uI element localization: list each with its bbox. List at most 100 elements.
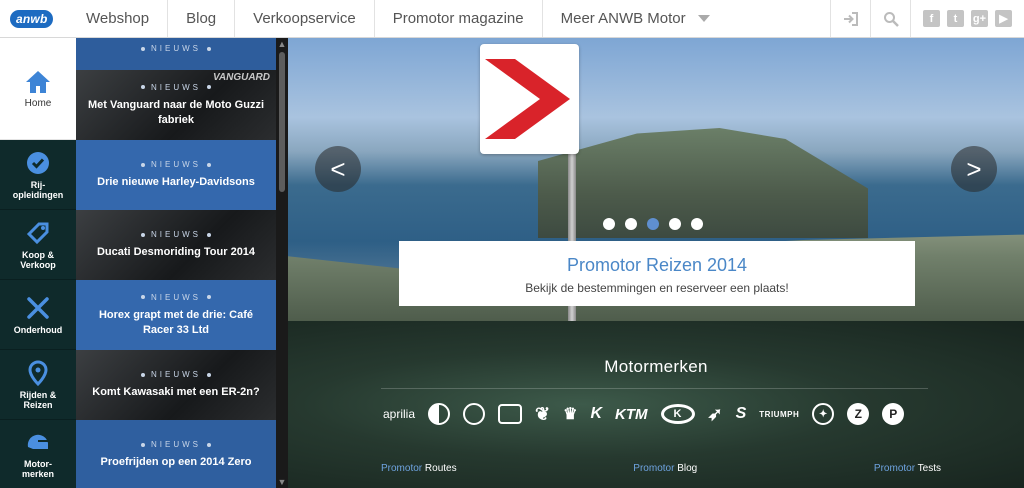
brand-moto-guzzi-icon[interactable]: ➶	[708, 404, 723, 425]
sidebar-item-label: Motor- merken	[21, 458, 55, 479]
home-icon	[26, 70, 50, 93]
prev-slide-button[interactable]: <	[315, 146, 361, 192]
nav-right: f t g+ ▶	[830, 0, 1024, 37]
google-plus-icon[interactable]: g+	[971, 10, 988, 27]
news-tag: NIEUWS	[141, 293, 211, 302]
news-title: Komt Kawasaki met een ER-2n?	[92, 386, 260, 398]
sidebar-item-rijden-reizen[interactable]: Rijden & Reizen	[0, 350, 76, 420]
slide-dot[interactable]	[603, 218, 615, 230]
news-tag: NIEUWS	[141, 440, 211, 449]
brand-piaggio-icon[interactable]: P	[882, 403, 905, 425]
logo-text: anwb	[10, 9, 54, 28]
chevron-down-icon	[697, 15, 710, 22]
main-sidebar: Home Rij- opleidingen Koop & Verkoop Ond…	[0, 38, 76, 488]
nav-meer-label: Meer ANWB Motor	[560, 10, 686, 27]
sidebar-item-label: Rij- opleidingen	[12, 179, 64, 200]
hero-caption[interactable]: Promotor Reizen 2014 Bekijk de bestemmin…	[399, 241, 915, 306]
nav-webshop[interactable]: Webshop	[70, 0, 167, 37]
sidebar-item-rijopleidingen[interactable]: Rij- opleidingen	[0, 140, 76, 210]
brand-yamaha-icon[interactable]: ✦	[812, 403, 835, 425]
brand-suzuki-icon[interactable]: S	[736, 405, 747, 423]
sidebar-item-motormerken[interactable]: Motor- merken	[0, 420, 76, 488]
scroll-down-icon[interactable]: ▼	[276, 477, 288, 487]
news-tag: NIEUWS	[141, 230, 211, 239]
news-item[interactable]: NIEUWS Drie nieuwe Harley-Davidsons	[76, 140, 276, 210]
news-item[interactable]: VANGUARD NIEUWS Met Vanguard naar de Mot…	[76, 70, 276, 140]
brand-ktm-icon[interactable]: KTM	[615, 406, 648, 423]
slide-dot[interactable]	[669, 218, 681, 230]
promotor-links: Promotor Routes Promotor Blog Promotor T…	[381, 463, 941, 474]
hero-cliff-image	[538, 128, 868, 238]
helmet-icon	[27, 434, 48, 449]
news-title: Proefrijden op een 2014 Zero	[100, 456, 252, 468]
link-promotor-routes[interactable]: Promotor Routes	[381, 463, 457, 474]
login-icon[interactable]	[830, 0, 870, 37]
sidebar-item-label: Onderhoud	[13, 324, 63, 335]
sidebar-item-label: Rijden & Reizen	[19, 389, 57, 410]
link-promotor-blog[interactable]: Promotor Blog	[633, 463, 697, 474]
brand-honda-wing-icon[interactable]: ❦	[535, 404, 550, 425]
tag-icon	[26, 222, 49, 244]
hero-slider: < > Promotor Reizen 2014 Bekijk de beste…	[288, 38, 1024, 321]
brand-husqvarna-icon[interactable]: ♛	[563, 404, 577, 424]
link-promotor-tests[interactable]: Promotor Tests	[874, 463, 941, 474]
sidebar-item-home[interactable]: Home	[0, 38, 76, 140]
news-tag: NIEUWS	[141, 44, 211, 53]
brand-zero-icon[interactable]: Z	[847, 403, 870, 425]
road-sign-image	[480, 44, 579, 154]
anwb-logo[interactable]: anwb	[0, 0, 70, 37]
top-navigation: anwb Webshop Blog Verkoopservice Promoto…	[0, 0, 1024, 38]
news-title: Drie nieuwe Harley-Davidsons	[97, 176, 255, 188]
vanguard-logo: VANGUARD	[212, 72, 270, 83]
news-header-card: NIEUWS	[76, 38, 276, 70]
sidebar-item-label: Koop & Verkoop	[20, 249, 56, 270]
social-links: f t g+ ▶	[910, 0, 1024, 37]
brand-ducati-logo[interactable]	[463, 403, 486, 425]
tools-icon	[27, 296, 49, 319]
slide-dot-active[interactable]	[647, 218, 659, 230]
slide-dot[interactable]	[625, 218, 637, 230]
news-item[interactable]: NIEUWS Proefrijden op een 2014 Zero	[76, 420, 276, 488]
hero-subtitle: Bekijk de bestemmingen en reserveer een …	[525, 281, 789, 295]
nav-verkoopservice[interactable]: Verkoopservice	[234, 0, 374, 37]
search-icon[interactable]	[870, 0, 910, 37]
youtube-icon[interactable]: ▶	[995, 10, 1012, 27]
hero-title: Promotor Reizen 2014	[566, 255, 748, 275]
brand-triumph[interactable]: TRIUMPH	[759, 410, 799, 419]
next-slide-button[interactable]: >	[951, 146, 997, 192]
news-tag: NIEUWS	[141, 160, 211, 169]
brand-aprilia[interactable]: aprilia	[383, 407, 415, 421]
news-scrollbar[interactable]: ▲ ▼	[276, 38, 288, 488]
slide-dot[interactable]	[691, 218, 703, 230]
twitter-icon[interactable]: t	[947, 10, 964, 27]
sidebar-item-koop-verkoop[interactable]: Koop & Verkoop	[0, 210, 76, 280]
scroll-up-icon[interactable]: ▲	[276, 39, 288, 49]
brands-section: Motormerken aprilia ❦ ♛ K KTM K ➶ S TRIU…	[288, 321, 1024, 488]
slide-indicators	[603, 218, 703, 230]
app-window: anwb Webshop Blog Verkoopservice Promoto…	[0, 0, 1024, 488]
news-item[interactable]: NIEUWS Ducati Desmoriding Tour 2014	[76, 210, 276, 280]
scrollbar-thumb[interactable]	[279, 52, 285, 192]
news-title: Horex grapt met de drie: Café Racer 33 L…	[98, 308, 254, 336]
brand-kymco-icon[interactable]: K	[660, 404, 695, 424]
map-pin-icon	[28, 359, 48, 386]
nav-meer-anwb-motor[interactable]: Meer ANWB Motor	[541, 0, 728, 37]
brand-logo-row: aprilia ❦ ♛ K KTM K ➶ S TRIUMPH ✦ Z P	[383, 403, 905, 425]
nav-blog[interactable]: Blog	[167, 0, 234, 37]
news-item[interactable]: NIEUWS Horex grapt met de drie: Café Rac…	[76, 280, 276, 350]
badge-check-icon	[27, 151, 49, 174]
sidebar-item-onderhoud[interactable]: Onderhoud	[0, 280, 76, 350]
news-title: Met Vanguard naar de Moto Guzzi fabriek	[87, 98, 265, 126]
nav-promotor-magazine[interactable]: Promotor magazine	[373, 0, 542, 37]
brand-bmw-logo[interactable]	[428, 403, 451, 425]
news-title: Ducati Desmoriding Tour 2014	[96, 246, 256, 258]
facebook-icon[interactable]: f	[923, 10, 940, 27]
divider	[381, 388, 928, 389]
news-item[interactable]: NIEUWS Komt Kawasaki met een ER-2n?	[76, 350, 276, 420]
brands-title: Motormerken	[604, 357, 708, 376]
brand-kawasaki-icon[interactable]: K	[590, 405, 602, 423]
brand-harley-logo[interactable]	[498, 404, 523, 424]
sidebar-item-label: Home	[24, 97, 52, 109]
news-column: NIEUWS VANGUARD NIEUWS Met Vanguard naar…	[76, 38, 276, 488]
news-tag: NIEUWS	[141, 370, 211, 379]
